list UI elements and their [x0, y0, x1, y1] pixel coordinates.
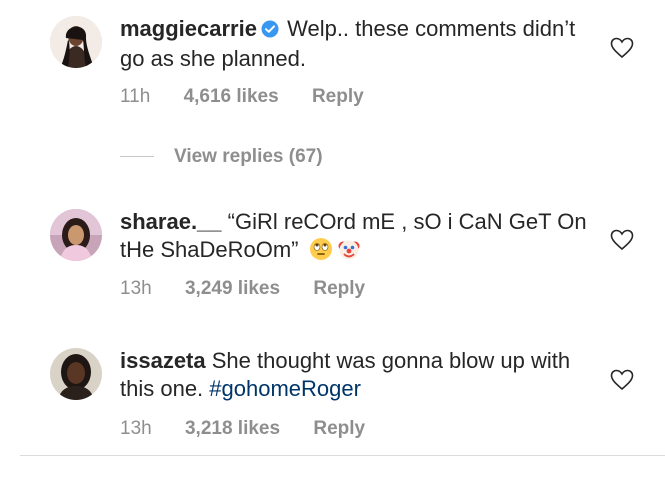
reply-button[interactable]: Reply — [313, 278, 365, 299]
avatar[interactable] — [50, 16, 102, 68]
comment-text: issazeta She thought was gonna blow up w… — [120, 347, 590, 403]
clown-face-emoji — [337, 237, 361, 268]
likes-count[interactable]: 3,249 likes — [185, 278, 280, 299]
reply-button[interactable]: Reply — [313, 418, 365, 439]
likes-count[interactable]: 4,616 likes — [184, 86, 279, 107]
view-replies-label: View replies (67) — [174, 146, 323, 167]
avatar[interactable] — [50, 348, 102, 400]
likes-count[interactable]: 3,218 likes — [185, 418, 280, 439]
reply-button[interactable]: Reply — [312, 86, 364, 107]
username[interactable]: sharae.__ — [120, 209, 222, 234]
like-heart-icon[interactable] — [610, 37, 634, 59]
avatar[interactable] — [50, 209, 102, 261]
username[interactable]: issazeta — [120, 348, 206, 373]
comment-time[interactable]: 13h — [120, 418, 152, 439]
comments-panel: maggiecarrie Welp.. these comments didn’… — [20, 0, 665, 456]
like-heart-icon[interactable] — [610, 229, 634, 251]
replies-divider — [120, 156, 154, 158]
avatar-image — [50, 16, 102, 68]
avatar-image — [50, 348, 102, 400]
comment-meta: 13h 3,218 likes Reply — [120, 418, 365, 440]
username[interactable]: maggiecarrie — [120, 16, 257, 41]
like-heart-icon[interactable] — [610, 369, 634, 391]
face-with-rolling-eyes-emoji — [309, 237, 333, 268]
comment-meta: 13h 3,249 likes Reply — [120, 278, 365, 300]
hashtag-link[interactable]: #gohomeRoger — [209, 376, 361, 401]
verified-badge-icon — [261, 17, 279, 45]
comment-meta: 11h 4,616 likes Reply — [120, 86, 364, 108]
comment-time[interactable]: 13h — [120, 278, 152, 299]
comment-time[interactable]: 11h — [120, 86, 150, 107]
avatar-image — [50, 209, 102, 261]
comment-text: maggiecarrie Welp.. these comments didn’… — [120, 15, 590, 73]
view-replies-button[interactable]: View replies (67) — [120, 146, 323, 168]
comment-text: sharae.__ “GiRl reCOrd mE , sO i CaN GeT… — [120, 208, 590, 268]
